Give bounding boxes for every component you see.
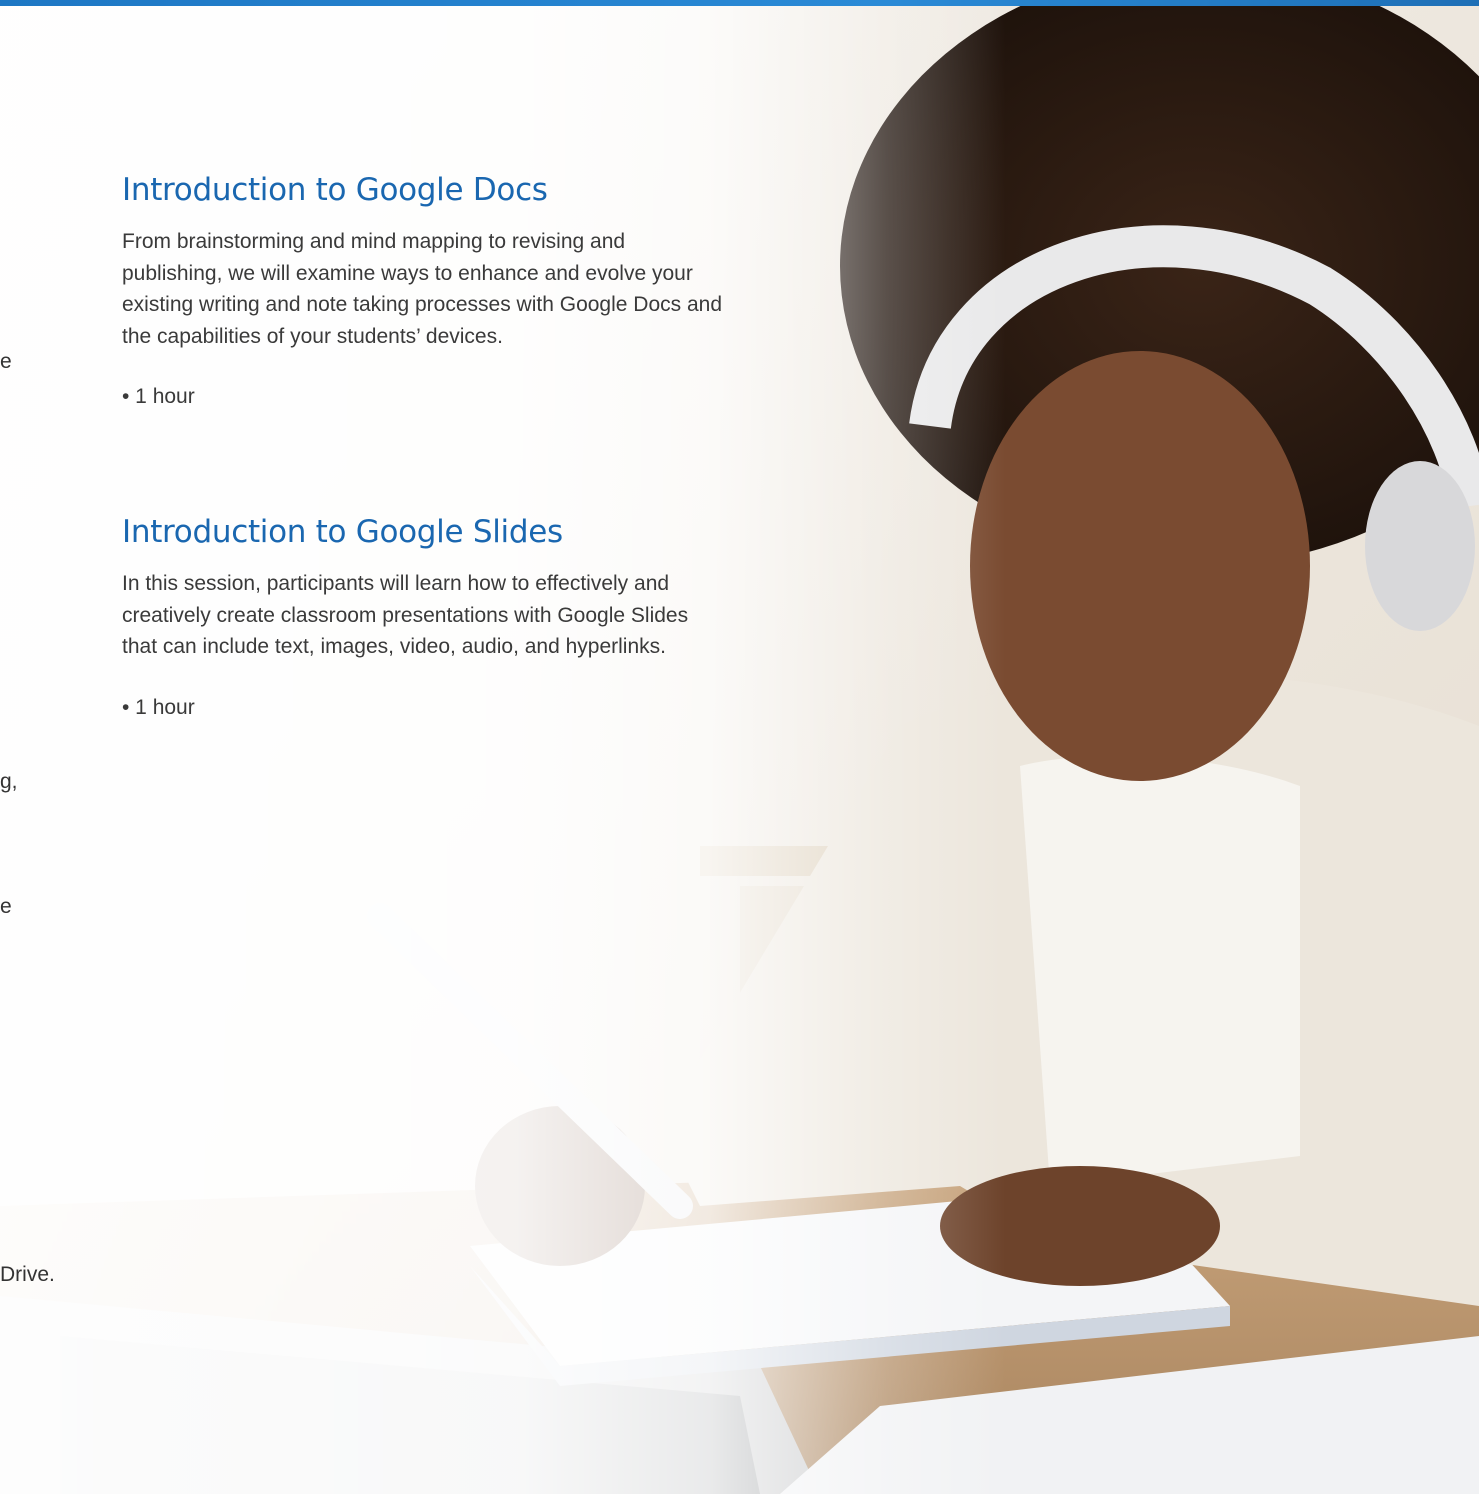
edge-text-fragment-2: g,: [0, 770, 18, 793]
session-description: From brainstorming and mind mapping to r…: [122, 230, 722, 348]
session-title: Introduction to Google Docs: [122, 172, 548, 208]
session-title: Introduction to Google Slides: [122, 514, 563, 550]
edge-text-fragment-4: Drive.: [0, 1263, 55, 1286]
edge-text-fragment-1: e: [0, 350, 12, 373]
session-google-slides: Introduction to Google Slides In this se…: [122, 514, 722, 720]
session-duration: • 1 hour: [122, 695, 195, 719]
session-duration: • 1 hour: [122, 385, 195, 408]
session-google-docs: Introduction to Google Docs From brainst…: [122, 172, 722, 409]
edge-text-fragment-3: e: [0, 895, 12, 918]
session-description: In this session, participants will learn…: [122, 572, 689, 658]
